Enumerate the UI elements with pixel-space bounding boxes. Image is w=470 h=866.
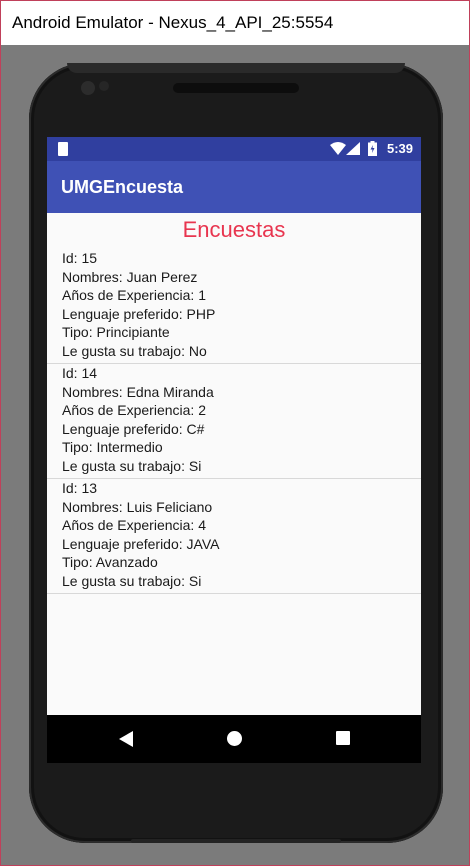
survey-language: Lenguaje preferido: C#	[62, 420, 205, 437]
survey-name: Nombres: Edna Miranda	[62, 383, 214, 400]
cell-signal-icon	[346, 142, 360, 155]
window-title: Android Emulator - Nexus_4_API_25:5554	[12, 13, 334, 32]
survey-type: Tipo: Intermedio	[62, 439, 163, 455]
survey-likes-job: Le gusta su trabajo: Si	[62, 457, 202, 474]
proximity-sensor-icon	[99, 81, 109, 91]
survey-id: Id: 14	[62, 365, 98, 381]
survey-list-item[interactable]: Id: 13 Nombres: Luis Feliciano Años de E…	[47, 479, 421, 594]
battery-charging-icon	[368, 141, 377, 156]
survey-likes-job: Le gusta su trabajo: No	[62, 342, 207, 359]
back-icon[interactable]	[119, 731, 133, 747]
survey-list-item[interactable]: Id: 15 Nombres: Juan Perez Años de Exper…	[47, 249, 421, 364]
survey-name: Nombres: Luis Feliciano	[62, 498, 213, 515]
app-toolbar: UMGEncuesta	[47, 161, 421, 213]
survey-name: Nombres: Juan Perez	[62, 268, 198, 285]
device-screen[interactable]: 5:39 UMGEncuesta Encuestas Id: 15 Nombre…	[47, 137, 421, 763]
wifi-icon	[330, 142, 346, 155]
emulator-window: Android Emulator - Nexus_4_API_25:5554 5…	[0, 0, 470, 866]
survey-type: Tipo: Avanzado	[62, 554, 158, 570]
phone-top-cap	[67, 63, 405, 73]
status-bar: 5:39	[47, 137, 421, 161]
front-camera-icon	[81, 81, 95, 95]
survey-id: Id: 13	[62, 480, 98, 496]
sim-card-icon	[58, 142, 68, 156]
survey-experience: Años de Experiencia: 4	[62, 517, 206, 533]
phone-bottom-speaker	[131, 839, 341, 843]
survey-experience: Años de Experiencia: 1	[62, 287, 206, 303]
recent-apps-icon[interactable]	[336, 731, 350, 745]
navigation-bar	[47, 715, 421, 763]
earpiece-speaker	[173, 83, 299, 93]
survey-experience: Años de Experiencia: 2	[62, 402, 206, 418]
app-title: UMGEncuesta	[61, 176, 184, 197]
survey-type: Tipo: Principiante	[62, 324, 170, 340]
survey-language: Lenguaje preferido: PHP	[62, 305, 216, 322]
survey-list-item[interactable]: Id: 14 Nombres: Edna Miranda Años de Exp…	[47, 364, 421, 479]
survey-language: Lenguaje preferido: JAVA	[62, 535, 220, 552]
status-clock: 5:39	[387, 141, 414, 156]
window-titlebar[interactable]: Android Emulator - Nexus_4_API_25:5554	[1, 1, 469, 45]
survey-list-screen: Encuestas Id: 15 Nombres: Juan Perez Año…	[47, 213, 421, 715]
home-icon[interactable]	[227, 731, 242, 746]
page-title: Encuestas	[182, 217, 286, 242]
survey-id: Id: 15	[62, 250, 98, 266]
survey-likes-job: Le gusta su trabajo: Si	[62, 572, 202, 589]
